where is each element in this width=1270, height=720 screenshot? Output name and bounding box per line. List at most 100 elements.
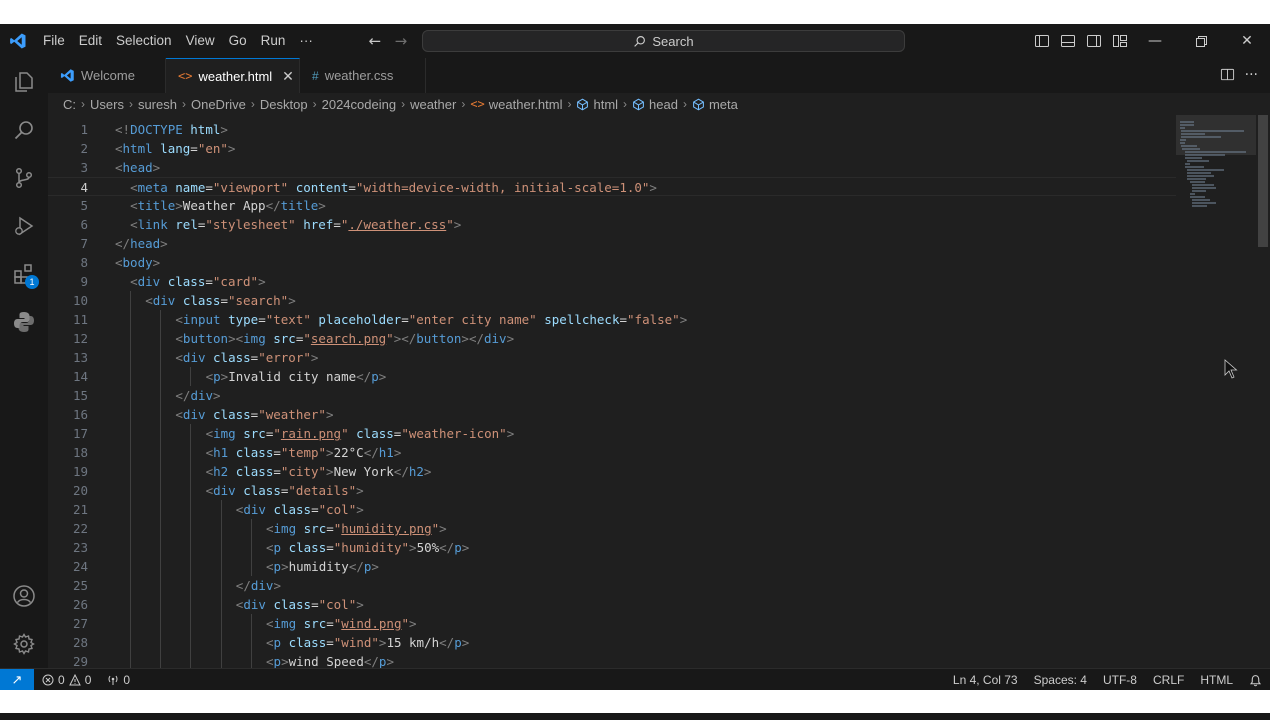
breadcrumb-symbol[interactable]: meta [692,97,738,112]
close-window-icon[interactable]: ✕ [1224,24,1270,58]
ports-indicator[interactable]: 0 [99,673,138,687]
navigation-arrows: ← → [366,32,410,50]
code-editor[interactable]: 1 <!DOCTYPE html> 2 <html lang="en"> 3 <head>… [48,115,1270,668]
cursor-position[interactable]: Ln 4, Col 73 [945,673,1026,687]
code-token: > [227,141,236,156]
python-icon[interactable] [0,298,48,346]
breadcrumb-folder[interactable]: weather [410,97,456,112]
breadcrumb-symbol[interactable]: html [576,97,618,112]
code-line[interactable]: 3 <head> [48,158,1176,177]
code-line[interactable]: 2 <html lang="en"> [48,139,1176,158]
toggle-panel-icon[interactable] [1060,33,1076,49]
menu-selection[interactable]: Selection [109,24,179,58]
code-line[interactable]: 26 <div class="col"> [48,595,1176,614]
extensions-icon[interactable]: 1 [0,250,48,298]
breadcrumb-file[interactable]: <> weather.html [470,97,562,112]
notifications-bell-icon[interactable] [1241,674,1270,687]
accounts-icon[interactable] [0,572,48,620]
tab-welcome[interactable]: Welcome [48,58,166,93]
line-number: 5 [80,198,88,213]
code-line[interactable]: 23 <p class="humidity">50%</p> [48,538,1176,557]
code-text: <body> [115,253,160,272]
code-line[interactable]: 13 <div class="error"> [48,348,1176,367]
command-center-search[interactable]: Search [422,30,905,52]
code-line[interactable]: 17 <img src="rain.png" class="weather-ico… [48,424,1176,443]
close-tab-icon[interactable]: ✕ [282,68,294,85]
editor-scrollbar[interactable] [1256,115,1270,668]
code-line[interactable]: 18 <h1 class="temp">22°C</h1> [48,443,1176,462]
breadcrumb-folder[interactable]: suresh [138,97,177,112]
breadcrumb-folder[interactable]: Desktop [260,97,308,112]
vscode-logo-icon [0,24,36,58]
menu-more[interactable]: ··· [292,24,320,58]
scroll-thumb[interactable] [1258,115,1268,247]
code-token: 22°C [333,445,364,460]
code-line[interactable]: 8 <body> [48,253,1176,272]
toggle-primary-sidebar-icon[interactable] [1034,33,1050,49]
explorer-icon[interactable] [0,58,48,106]
code-line[interactable]: 5 <title>Weather App</title> [48,196,1176,215]
breadcrumb-folder[interactable]: OneDrive [191,97,246,112]
remote-indicator-icon[interactable]: ↗ [0,668,34,690]
code-line[interactable]: 10 <div class="search"> [48,291,1176,310]
code-line[interactable]: 24 <p>humidity</p> [48,557,1176,576]
minimap-line [1180,124,1195,126]
code-line[interactable]: 16 <div class="weather"> [48,405,1176,424]
indent-guide [250,538,252,557]
end-of-line[interactable]: CRLF [1145,673,1192,687]
breadcrumb-symbol[interactable]: head [632,97,678,112]
indent-guide [160,310,162,329]
forward-arrow-icon[interactable]: → [392,32,410,50]
more-actions-icon[interactable]: ··· [1245,67,1258,86]
back-arrow-icon[interactable]: ← [366,32,384,50]
encoding[interactable]: UTF-8 [1095,673,1145,687]
menu-file[interactable]: File [36,24,72,58]
code-line[interactable]: 4 <meta name="viewport" content="width=de… [48,177,1176,196]
minimap-line [1184,166,1204,168]
language-mode[interactable]: HTML [1192,673,1241,687]
minimize-icon[interactable]: — [1132,24,1178,58]
problems-indicator[interactable]: 0 0 [34,673,99,687]
code-line[interactable]: 22 <img src="humidity.png"> [48,519,1176,538]
code-line[interactable]: 20 <div class="details"> [48,481,1176,500]
manage-gear-icon[interactable] [0,620,48,668]
code-line[interactable]: 19 <h2 class="city">New York</h2> [48,462,1176,481]
breadcrumb-folder[interactable]: Users [90,97,124,112]
menu-go[interactable]: Go [222,24,254,58]
code-line[interactable]: 27 <img src="wind.png"> [48,614,1176,633]
code-line[interactable]: 29 <p>wind Speed</p> [48,652,1176,668]
code-line[interactable]: 12 <button><img src="search.png"></button… [48,329,1176,348]
search-view-icon[interactable] [0,106,48,154]
code-token: "width=device-width, initial-scale=1.0" [355,180,650,195]
indent-guide [190,500,192,519]
code-line[interactable]: 25 </div> [48,576,1176,595]
split-editor-icon[interactable] [1220,67,1235,86]
customize-layout-icon[interactable] [1112,33,1128,49]
breadcrumb-drive[interactable]: C: [63,97,76,112]
menu-run[interactable]: Run [254,24,293,58]
indentation[interactable]: Spaces: 4 [1026,673,1095,687]
code-line[interactable]: 15 </div> [48,386,1176,405]
code-line[interactable]: 7 </head> [48,234,1176,253]
menu-view[interactable]: View [179,24,222,58]
code-token: " [401,616,410,631]
menu-edit[interactable]: Edit [72,24,109,58]
tab-weather-css[interactable]: # weather.css [300,58,426,93]
minimap-line [1192,199,1210,201]
code-token: < [115,255,123,270]
code-line[interactable]: 1 <!DOCTYPE html> [48,120,1176,139]
code-line[interactable]: 11 <input type="text" placeholder="enter … [48,310,1176,329]
toggle-secondary-sidebar-icon[interactable] [1086,33,1102,49]
source-control-icon[interactable] [0,154,48,202]
code-line[interactable]: 9 <div class="card"> [48,272,1176,291]
code-line[interactable]: 14 <p>Invalid city name</p> [48,367,1176,386]
code-line[interactable]: 21 <div class="col"> [48,500,1176,519]
breadcrumb-folder[interactable]: 2024codeing [322,97,396,112]
run-and-debug-icon[interactable] [0,202,48,250]
code-line[interactable]: 6 <link rel="stylesheet" href="./weather.… [48,215,1176,234]
restore-icon[interactable] [1178,24,1224,58]
code-line[interactable]: 28 <p class="wind">15 km/h</p> [48,633,1176,652]
indent-guide [160,614,162,633]
tab-weather-html[interactable]: <> weather.html ✕ [166,58,300,93]
minimap[interactable] [1176,115,1256,668]
